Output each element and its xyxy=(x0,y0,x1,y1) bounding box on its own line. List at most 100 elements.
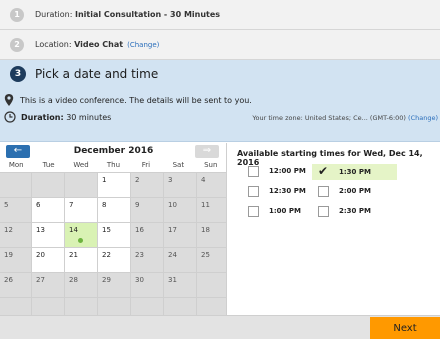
next-button[interactable]: Next xyxy=(370,317,440,339)
calendar-day: 25 xyxy=(197,248,229,272)
weekday-label: Sun xyxy=(204,161,218,169)
day-number: 6 xyxy=(36,201,41,209)
info-text: This is a video conference. The details … xyxy=(20,95,252,105)
day-number: 14 xyxy=(69,226,78,234)
step-value: Video Chat xyxy=(74,40,124,49)
day-number: 19 xyxy=(4,251,13,259)
checkbox-icon[interactable] xyxy=(248,185,259,197)
time-slot-label: 2:00 PM xyxy=(339,187,371,195)
day-number: 21 xyxy=(69,251,78,259)
weekday-label: Sat xyxy=(172,161,185,169)
step-pick-date: 3 Pick a date and time This is a video c… xyxy=(0,60,440,142)
day-number: 24 xyxy=(168,251,177,259)
calendar-day: 10 xyxy=(164,198,196,222)
checkbox-icon[interactable] xyxy=(318,185,329,197)
calendar-day[interactable]: 1 xyxy=(98,173,130,197)
calendar-day[interactable]: 7 xyxy=(65,198,97,222)
time-slots-panel: Available starting times for Wed, Dec 14… xyxy=(227,143,440,315)
weekday-label: Wed xyxy=(73,161,89,169)
calendar-day: 4 xyxy=(197,173,229,197)
step-number: 2 xyxy=(10,37,24,52)
duration-label: Duration: xyxy=(21,112,64,122)
calendar-day: 3 xyxy=(164,173,196,197)
time-slot[interactable]: 2:30 PM xyxy=(318,204,371,218)
day-number: 8 xyxy=(102,201,107,209)
clock-icon xyxy=(4,111,16,123)
calendar-day-selected[interactable]: 14 xyxy=(65,223,97,247)
month-title: December 2016 xyxy=(73,146,154,156)
checkbox-checked-icon[interactable] xyxy=(318,164,329,178)
calendar-day: 18 xyxy=(197,223,229,247)
step-prefix: Location: xyxy=(35,40,75,49)
location-info: This is a video conference. The details … xyxy=(4,94,252,106)
checkbox-icon[interactable] xyxy=(248,205,259,217)
checkbox-icon[interactable] xyxy=(248,165,259,177)
calendar-day[interactable]: 13 xyxy=(32,223,64,247)
calendar-day[interactable]: 6 xyxy=(32,198,64,222)
duration-info: Duration: 30 minutes xyxy=(4,111,111,123)
time-slot[interactable]: 12:30 PM xyxy=(248,184,306,198)
day-number: 29 xyxy=(102,276,111,284)
day-number: 30 xyxy=(135,276,144,284)
calendar-day: 28 xyxy=(65,273,97,297)
calendar-day: 12 xyxy=(0,223,31,247)
step-label: Location: Video Chat (Change) xyxy=(35,40,159,49)
day-number: 18 xyxy=(201,226,210,234)
day-number: 1 xyxy=(102,176,107,184)
time-slot-label: 1:30 PM xyxy=(339,168,371,176)
calendar-grid: 1 2 3 4 5 6 7 8 9 10 11 12 13 14 15 16 17 18 19 20 21 22 23 24 2… xyxy=(0,172,229,322)
change-timezone-link[interactable]: (Change) xyxy=(408,114,438,122)
calendar-day xyxy=(197,273,229,297)
calendar-day: 5 xyxy=(0,198,31,222)
time-slot-label: 12:00 PM xyxy=(269,167,306,175)
calendar-day[interactable]: 15 xyxy=(98,223,130,247)
calendar-day: 30 xyxy=(131,273,163,297)
calendar-day[interactable]: 20 xyxy=(32,248,64,272)
step-location[interactable]: 2 Location: Video Chat (Change) xyxy=(0,30,440,60)
calendar-day: 27 xyxy=(32,273,64,297)
duration-value: 30 minutes xyxy=(66,112,112,122)
day-number: 4 xyxy=(201,176,206,184)
day-number: 23 xyxy=(135,251,144,259)
day-number: 20 xyxy=(36,251,45,259)
timezone-text: Your time zone: United States; Ce... (GM… xyxy=(252,114,406,122)
calendar-day: 16 xyxy=(131,223,163,247)
calendar: ← December 2016 ⇒ Mon Tue Wed Thu Fri Sa… xyxy=(0,143,229,322)
calendar-day[interactable]: 21 xyxy=(65,248,97,272)
step-number: 1 xyxy=(10,7,24,22)
time-slot[interactable]: 1:00 PM xyxy=(248,204,301,218)
calendar-day: 9 xyxy=(131,198,163,222)
calendar-day: 29 xyxy=(98,273,130,297)
day-number: 15 xyxy=(102,226,111,234)
time-slot[interactable]: 12:00 PM xyxy=(248,164,306,178)
footer-bar: Next xyxy=(0,315,440,339)
day-number: 31 xyxy=(168,276,177,284)
calendar-day[interactable]: 22 xyxy=(98,248,130,272)
calendar-day: 19 xyxy=(0,248,31,272)
weekday-label: Thu xyxy=(106,161,121,169)
time-slot-label: 1:00 PM xyxy=(269,207,301,215)
calendar-day xyxy=(0,173,31,197)
day-number: 13 xyxy=(36,226,45,234)
calendar-day: 24 xyxy=(164,248,196,272)
selected-day-dot-icon xyxy=(78,238,83,243)
next-month-button[interactable]: ⇒ xyxy=(195,145,219,158)
day-number: 11 xyxy=(201,201,210,209)
day-number: 27 xyxy=(36,276,45,284)
step-number: 3 xyxy=(10,66,26,82)
checkbox-icon[interactable] xyxy=(318,205,329,217)
step-duration[interactable]: 1 Duration: Initial Consultation - 30 Mi… xyxy=(0,0,440,30)
calendar-day: 23 xyxy=(131,248,163,272)
change-location-link[interactable]: (Change) xyxy=(127,41,159,49)
time-slot[interactable]: 2:00 PM xyxy=(318,184,371,198)
calendar-day[interactable]: 8 xyxy=(98,198,130,222)
day-number: 22 xyxy=(102,251,111,259)
calendar-day: 26 xyxy=(0,273,31,297)
weekday-label: Tue xyxy=(42,161,55,169)
time-slot[interactable]: 1:30 PM xyxy=(312,164,397,180)
calendar-nav: ← December 2016 ⇒ xyxy=(0,143,227,161)
day-number: 12 xyxy=(4,226,13,234)
day-number: 28 xyxy=(69,276,78,284)
weekday-label: Mon xyxy=(8,161,24,169)
calendar-day: 11 xyxy=(197,198,229,222)
